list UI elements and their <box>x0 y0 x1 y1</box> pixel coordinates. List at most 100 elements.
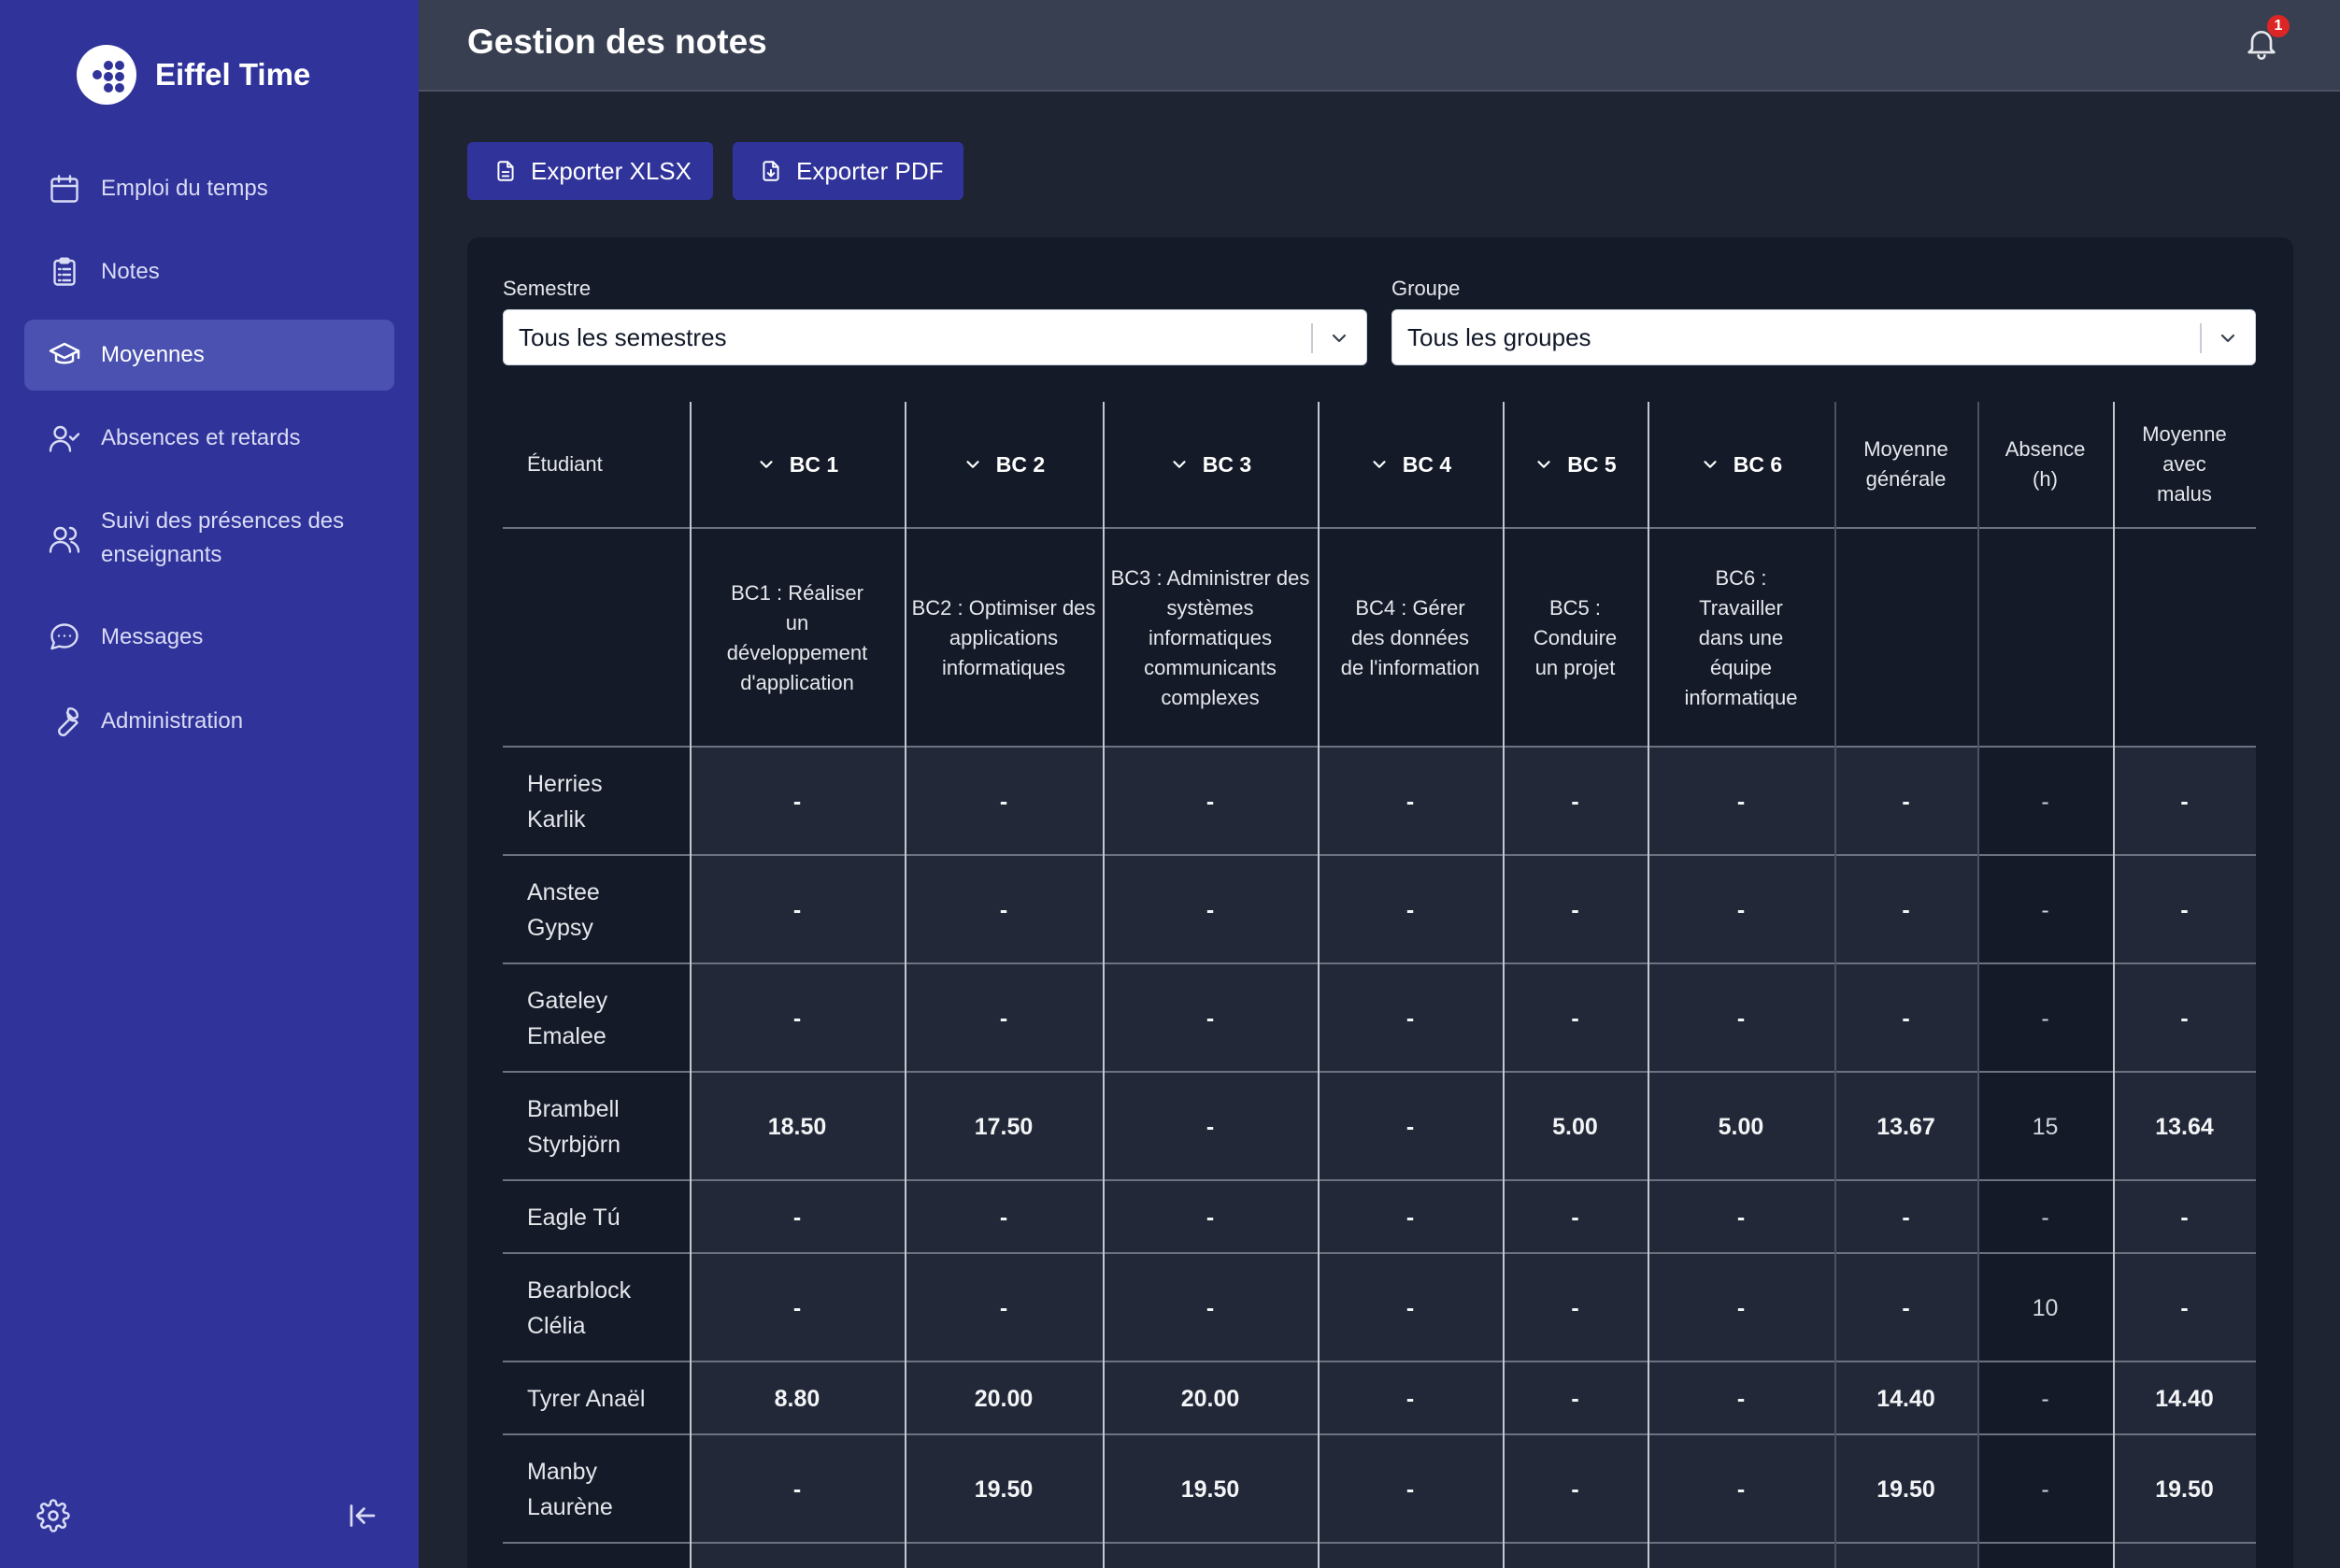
chevron-down-icon <box>1537 461 1550 468</box>
groupe-value: Tous les groupes <box>1407 322 1591 351</box>
student-name[interactable]: Eagle Tú <box>503 1181 690 1254</box>
student-name[interactable]: Herries Karlik <box>503 748 690 856</box>
grade-cell: - <box>1206 1005 1215 1032</box>
col-header-moyenne-malus[interactable]: Moyenne avec malus <box>2113 402 2256 527</box>
malus-average-cell: - <box>2180 788 2189 815</box>
grade-cell: - <box>1736 1475 1746 1503</box>
malus-average-cell: 14.40 <box>2155 1385 2214 1412</box>
col-header-label: BC 1 <box>789 451 839 477</box>
table-divider <box>503 1361 2256 1362</box>
sidebar-item-administration[interactable]: Administration <box>24 692 394 750</box>
col-header-moyenne-generale[interactable]: Moyenne générale <box>1834 402 1977 527</box>
grade-cell: - <box>1571 1005 1579 1032</box>
grades-table: Étudiant BC 1 BC 2 BC 3 BC 4 BC 5 BC 6 M… <box>503 402 2256 1568</box>
groupe-select[interactable]: Tous les groupes <box>1391 309 2256 365</box>
grade-cell: - <box>1736 1385 1746 1412</box>
col-header-etudiant[interactable]: Étudiant <box>503 402 690 527</box>
grade-cell: - <box>1736 788 1746 815</box>
grade-cell: - <box>999 896 1008 923</box>
student-name[interactable]: Manby Laurène <box>503 1435 690 1544</box>
column-divider <box>1103 402 1105 1568</box>
absence-cell: 15 <box>2032 1113 2059 1140</box>
student-name[interactable]: Tyrer Anaël <box>503 1362 690 1435</box>
sidebar-item-suivi-presences[interactable]: Suivi des présences des enseignants <box>24 497 394 581</box>
col-header-bc4[interactable]: BC 4 <box>1318 402 1503 527</box>
column-divider <box>1977 402 1979 1568</box>
col-header-bc6[interactable]: BC 6 <box>1648 402 1834 527</box>
malus-average-cell: 13.64 <box>2155 1113 2214 1140</box>
malus-average-cell: 19.50 <box>2155 1475 2214 1503</box>
grade-cell: - <box>1206 788 1215 815</box>
grade-cell: 17.50 <box>974 1113 1034 1140</box>
sidebar-item-notes[interactable]: Notes <box>24 243 394 301</box>
sidebar-item-emploi-du-temps[interactable]: Emploi du temps <box>24 160 394 218</box>
grade-cell: - <box>792 1475 802 1503</box>
brand[interactable]: Eiffel Time <box>77 45 310 105</box>
col-header-bc1[interactable]: BC 1 <box>690 402 905 527</box>
grade-cell: - <box>1571 1294 1579 1321</box>
gear-icon[interactable] <box>35 1497 72 1534</box>
table-divider <box>503 1071 2256 1073</box>
grade-cell: - <box>999 1294 1008 1321</box>
col-header-label: BC 4 <box>1402 451 1452 477</box>
col-header-absence[interactable]: Absence (h) <box>1977 402 2113 527</box>
student-name[interactable]: Brambell Styrbjörn <box>503 1073 690 1181</box>
absence-cell: - <box>2041 1385 2049 1412</box>
column-divider <box>1834 402 1836 1568</box>
table-divider <box>503 746 2256 748</box>
groupe-label: Groupe <box>1391 277 1461 300</box>
export-pdf-label: Exporter PDF <box>796 156 944 185</box>
sidebar-item-moyennes[interactable]: Moyennes <box>24 320 394 391</box>
grade-cell: - <box>792 1005 802 1032</box>
sidebar: Eiffel Time Emploi du temps Notes Moyenn… <box>0 0 419 1568</box>
grade-cell: - <box>999 788 1008 815</box>
malus-average-cell: - <box>2180 1294 2189 1321</box>
sidebar-item-absences[interactable]: Absences et retards <box>24 409 394 467</box>
sidebar-item-label: Absences et retards <box>101 425 301 450</box>
absence-cell: - <box>2041 1204 2049 1231</box>
table-divider <box>503 1252 2256 1254</box>
absence-cell: - <box>2041 1475 2049 1503</box>
column-divider <box>1318 402 1320 1568</box>
bc4-description: BC4 : Gérer des données de l'information <box>1340 596 1480 679</box>
collapse-left-icon[interactable] <box>344 1497 381 1534</box>
grade-cell: 20.00 <box>1180 1385 1240 1412</box>
average-cell: - <box>1902 1005 1910 1032</box>
grade-cell: - <box>1405 1113 1415 1140</box>
clipboard-icon <box>47 254 82 290</box>
chevron-down-icon <box>2213 323 2243 353</box>
grade-cell: 18.50 <box>767 1113 827 1140</box>
export-xlsx-button[interactable]: Exporter XLSX <box>467 142 713 200</box>
file-spreadsheet-icon <box>497 161 514 181</box>
users-icon <box>47 521 82 557</box>
export-pdf-button[interactable]: Exporter PDF <box>733 142 963 200</box>
select-divider <box>1311 323 1313 353</box>
notification-badge: 1 <box>2267 15 2290 37</box>
wrench-icon <box>47 704 82 739</box>
col-header-bc5[interactable]: BC 5 <box>1503 402 1648 527</box>
chevron-down-icon <box>1173 461 1186 468</box>
student-name[interactable]: Anstee Gypsy <box>503 856 690 964</box>
table-divider <box>503 1179 2256 1181</box>
grade-cell: 19.50 <box>1180 1475 1240 1503</box>
bc1-description: BC1 : Réaliser un développement d'applic… <box>726 581 868 694</box>
col-header-bc2[interactable]: BC 2 <box>905 402 1103 527</box>
table-divider <box>503 854 2256 856</box>
grade-cell: - <box>792 896 802 923</box>
malus-average-cell: - <box>2180 1005 2189 1032</box>
grade-cell: - <box>1405 1204 1415 1231</box>
bc2-description: BC2 : Optimiser des applications informa… <box>911 596 1096 679</box>
student-name[interactable]: Bearblock Clélia <box>503 1254 690 1362</box>
semestre-value: Tous les semestres <box>519 322 727 351</box>
absence-cell: - <box>2041 1005 2049 1032</box>
student-name[interactable]: Gateley Emalee <box>503 964 690 1073</box>
average-cell: - <box>1902 788 1910 815</box>
table-divider <box>503 962 2256 964</box>
grade-cell: - <box>1405 1294 1415 1321</box>
grade-cell: - <box>1405 788 1415 815</box>
grade-cell: - <box>1571 788 1579 815</box>
col-header-bc3[interactable]: BC 3 <box>1103 402 1318 527</box>
sidebar-item-messages[interactable]: Messages <box>24 608 394 666</box>
grade-cell: - <box>1571 1385 1579 1412</box>
semestre-select[interactable]: Tous les semestres <box>503 309 1367 365</box>
